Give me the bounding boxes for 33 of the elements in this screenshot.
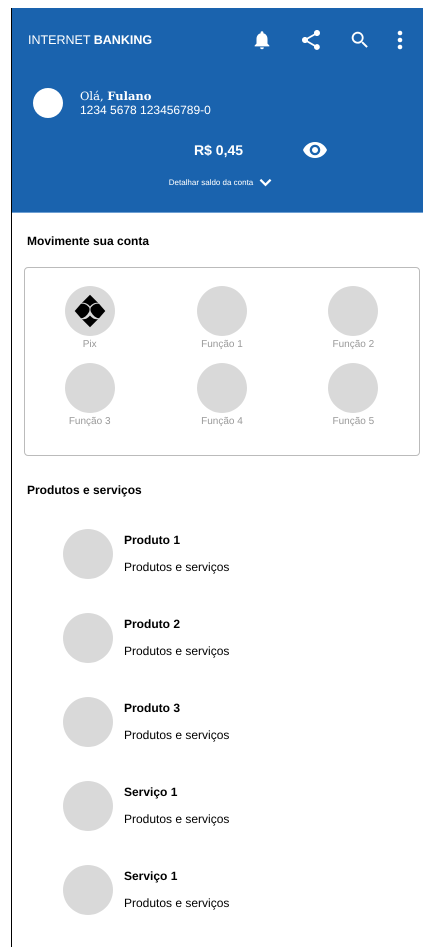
app-title: INTERNET BANKING bbox=[28, 33, 152, 47]
product-image-placeholder[interactable] bbox=[63, 613, 113, 663]
product-name[interactable]: Produto 1 bbox=[124, 533, 230, 547]
section-heading: Produtos e serviços bbox=[27, 483, 143, 497]
product-description: Produtos e serviços bbox=[124, 560, 230, 574]
product-description: Produtos e serviços bbox=[124, 644, 230, 658]
action-label: Função 3 bbox=[68, 416, 111, 427]
action-label: Função 2 bbox=[332, 339, 374, 350]
avatar bbox=[33, 88, 63, 118]
product-description: Produtos e serviços bbox=[124, 896, 230, 910]
action-label: Função 4 bbox=[201, 416, 243, 427]
more-menu-icon[interactable] bbox=[397, 30, 403, 50]
product-name[interactable]: Serviço 1 bbox=[124, 785, 230, 799]
action-label: Função 5 bbox=[332, 416, 374, 427]
balance: R$ 0,45 bbox=[194, 142, 244, 158]
chevron-down-icon[interactable] bbox=[259, 178, 272, 187]
product-name[interactable]: Produto 3 bbox=[124, 701, 230, 715]
product-image-placeholder[interactable] bbox=[63, 781, 113, 831]
share-icon[interactable] bbox=[299, 28, 323, 52]
product-name[interactable]: Serviço 1 bbox=[124, 869, 230, 883]
product-image-placeholder[interactable] bbox=[63, 697, 113, 747]
eye-icon[interactable] bbox=[303, 142, 328, 158]
greeting: Olá, Fulano bbox=[80, 89, 152, 103]
section-heading: Movimente sua conta bbox=[27, 234, 150, 248]
product-description: Produtos e serviços bbox=[124, 812, 230, 826]
action-label: Pix bbox=[82, 339, 97, 350]
balance-details-link[interactable]: Detalhar saldo da conta bbox=[168, 178, 254, 187]
product-description: Produtos e serviços bbox=[124, 728, 230, 742]
action-label: Função 1 bbox=[201, 339, 243, 350]
product-name[interactable]: Produto 2 bbox=[124, 617, 230, 631]
account-number: 1234 5678 123456789-0 bbox=[80, 103, 211, 117]
product-image-placeholder[interactable] bbox=[63, 865, 113, 915]
product-image-placeholder[interactable] bbox=[63, 529, 113, 579]
